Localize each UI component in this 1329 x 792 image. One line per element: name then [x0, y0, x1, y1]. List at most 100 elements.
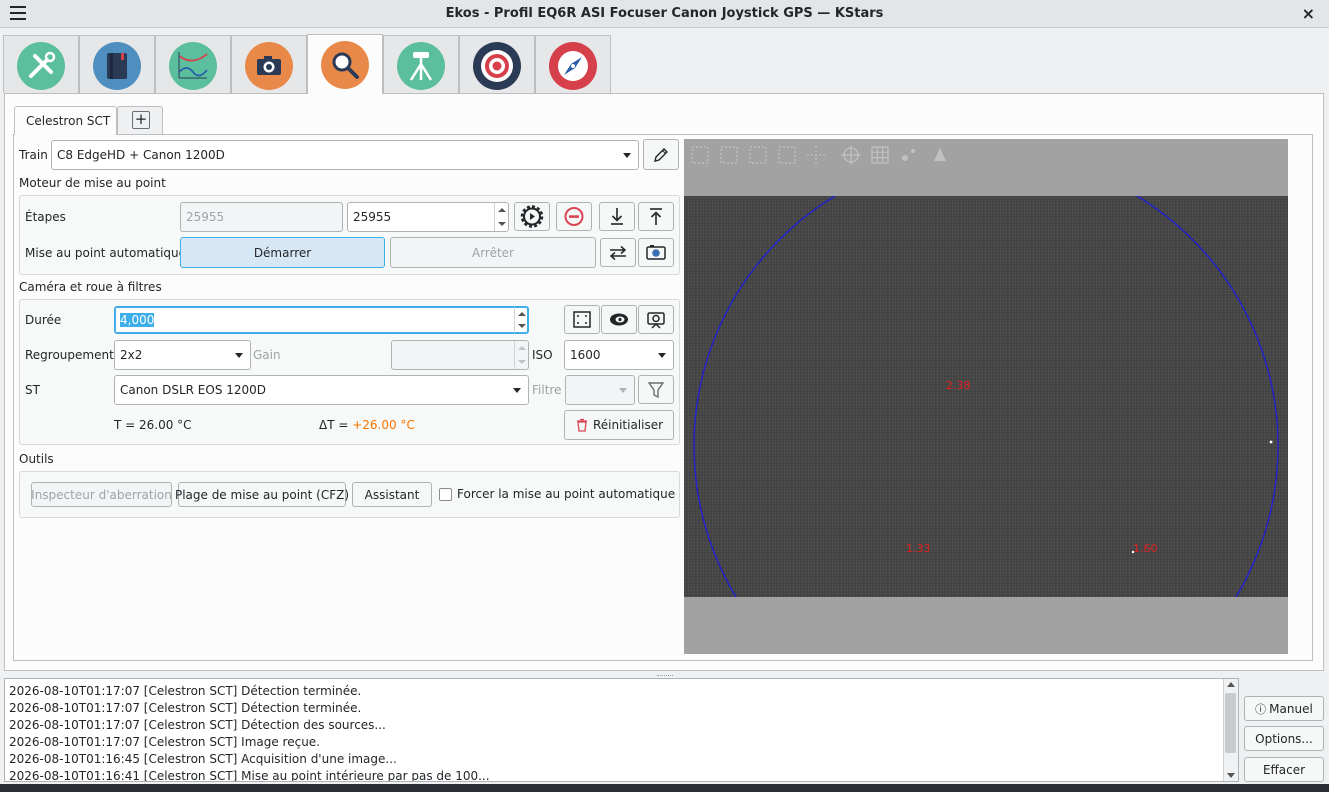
splitter-handle[interactable] — [657, 673, 673, 676]
iso-label: ISO — [532, 348, 553, 362]
module-tab-analyze[interactable] — [155, 35, 231, 93]
module-tab-camera[interactable] — [231, 35, 307, 93]
zoom-fit-icon[interactable] — [775, 143, 799, 167]
camera-icon — [646, 245, 666, 260]
clear-button[interactable]: Effacer — [1244, 757, 1324, 782]
train-value: C8 EdgeHD + Canon 1200D — [57, 148, 225, 162]
stop-icon — [564, 207, 584, 226]
video-stream-button[interactable] — [638, 305, 674, 334]
window-title: Ekos - Profil EQ6R ASI Focuser Canon Joy… — [445, 6, 884, 21]
duration-input[interactable]: 4,000 — [114, 306, 529, 334]
cfz-button[interactable]: Plage de mise au point (CFZ) — [174, 482, 350, 507]
options-label: Options... — [1255, 731, 1313, 746]
scroll-down-icon[interactable] — [1227, 773, 1235, 778]
steps-spinner[interactable] — [494, 203, 508, 231]
reset-label: Réinitialiser — [592, 418, 664, 432]
star-hfr-label: 2.38 — [946, 379, 971, 392]
manual-label: Manuel — [1269, 701, 1313, 716]
manual-button[interactable]: ⓘ Manuel — [1244, 696, 1324, 721]
delta-value: +26.00 °C — [352, 418, 415, 432]
star-hfr-label: 1.60 — [1133, 542, 1158, 555]
zoom-default-icon[interactable] — [746, 143, 770, 167]
log-line: 2026-08-10T01:17:07 [Celestron SCT] Imag… — [9, 735, 320, 749]
scroll-thumb[interactable] — [1225, 693, 1236, 753]
chevron-down-icon — [619, 388, 627, 393]
force-autofocus-checkbox[interactable] — [439, 488, 452, 501]
stop-autofocus-button[interactable]: Arrêter — [390, 237, 596, 268]
binning-select[interactable]: 2x2 — [114, 340, 251, 370]
scroll-up-icon[interactable] — [1227, 682, 1235, 687]
fits-viewer[interactable]: 2.38 1.33 1.60 — [684, 139, 1288, 654]
log-line: 2026-08-10T01:16:45 [Celestron SCT] Acqu… — [9, 752, 397, 766]
chevron-down-icon — [658, 353, 666, 358]
log-text-area[interactable]: 2026-08-10T01:17:07 [Celestron SCT] Déte… — [4, 678, 1239, 782]
pencil-icon — [654, 147, 668, 162]
camera-icon — [245, 42, 293, 90]
aberration-inspector-button: Inspecteur d'aberration — [31, 482, 172, 507]
tools-section-label: Outils — [19, 452, 54, 466]
dark-library-button[interactable] — [601, 305, 637, 334]
steps-current-field: 25955 — [180, 202, 343, 232]
focus-overlay: 2.38 1.33 1.60 — [693, 196, 1279, 597]
camera-section-label: Caméra et roue à filtres — [19, 280, 162, 294]
triangle-icon[interactable] — [928, 143, 952, 167]
edit-train-button[interactable] — [643, 139, 679, 170]
log-line: 2026-08-10T01:17:07 [Celestron SCT] Déte… — [9, 718, 386, 732]
force-autofocus-label: Forcer la mise au point automatique — [457, 487, 676, 501]
zoom-in-icon[interactable] — [688, 143, 712, 167]
iso-select[interactable]: 1600 — [564, 340, 674, 370]
cfz-label: Plage de mise au point (CFZ) — [174, 487, 350, 502]
star-image[interactable]: 2.38 1.33 1.60 — [684, 196, 1288, 597]
funnel-icon — [647, 382, 665, 399]
duration-spinner[interactable] — [514, 307, 528, 333]
focus-in-button[interactable] — [599, 202, 635, 231]
trash-icon — [576, 418, 587, 432]
stars-icon[interactable] — [897, 143, 921, 167]
add-tab-button[interactable]: + — [117, 106, 163, 134]
log-scrollbar[interactable] — [1223, 679, 1238, 781]
camera-select[interactable]: Canon DSLR EOS 1200D — [114, 375, 529, 405]
module-tab-setup[interactable] — [3, 35, 79, 93]
filter-settings-button[interactable] — [638, 375, 674, 404]
wizard-button[interactable]: Assistant — [352, 482, 432, 507]
chevron-down-icon — [623, 153, 631, 158]
module-tab-align[interactable] — [535, 35, 611, 93]
steps-target-value: 25955 — [353, 210, 392, 224]
binning-label: Regroupement — [25, 348, 114, 362]
tab-label: Celestron SCT — [26, 114, 111, 128]
steps-target-input[interactable]: 25955 — [347, 202, 509, 232]
focus-ring — [693, 196, 1279, 597]
module-tab-guide[interactable] — [459, 35, 535, 93]
capture-button[interactable] — [638, 238, 674, 267]
module-tab-focus[interactable] — [307, 34, 383, 94]
binning-value: 2x2 — [120, 348, 143, 362]
taskbar-edge — [0, 784, 1329, 792]
setup-icon — [17, 42, 65, 90]
chevron-down-icon — [235, 353, 243, 358]
info-icon: ⓘ — [1255, 702, 1267, 716]
clear-label: Effacer — [1262, 762, 1306, 777]
stop-goto-button[interactable] — [556, 202, 592, 231]
train-select[interactable]: C8 EdgeHD + Canon 1200D — [51, 140, 639, 170]
filter-select — [565, 375, 635, 405]
crosshair-icon[interactable] — [839, 143, 863, 167]
frame-settings-button[interactable] — [564, 305, 600, 334]
scheduler-icon — [93, 42, 141, 90]
grid-icon[interactable] — [868, 143, 892, 167]
loop-button[interactable] — [600, 238, 636, 267]
aberration-label: Inspecteur d'aberration — [31, 487, 172, 502]
focus-out-button[interactable] — [638, 202, 674, 231]
tab-celestron-sct[interactable]: Celestron SCT — [14, 106, 117, 135]
pan-icon[interactable] — [804, 143, 828, 167]
start-goto-button[interactable] — [514, 202, 550, 231]
arrow-down-icon — [611, 208, 623, 225]
options-button[interactable]: Options... — [1244, 726, 1324, 751]
close-icon[interactable]: × — [1302, 4, 1315, 23]
duration-value: 4,000 — [120, 313, 155, 327]
zoom-out-icon[interactable] — [717, 143, 741, 167]
module-tab-mount[interactable] — [383, 35, 459, 93]
reset-button[interactable]: Réinitialiser — [564, 410, 674, 440]
focuser-section-label: Moteur de mise au point — [19, 176, 166, 190]
module-tab-scheduler[interactable] — [79, 35, 155, 93]
start-autofocus-button[interactable]: Démarrer — [180, 237, 385, 268]
